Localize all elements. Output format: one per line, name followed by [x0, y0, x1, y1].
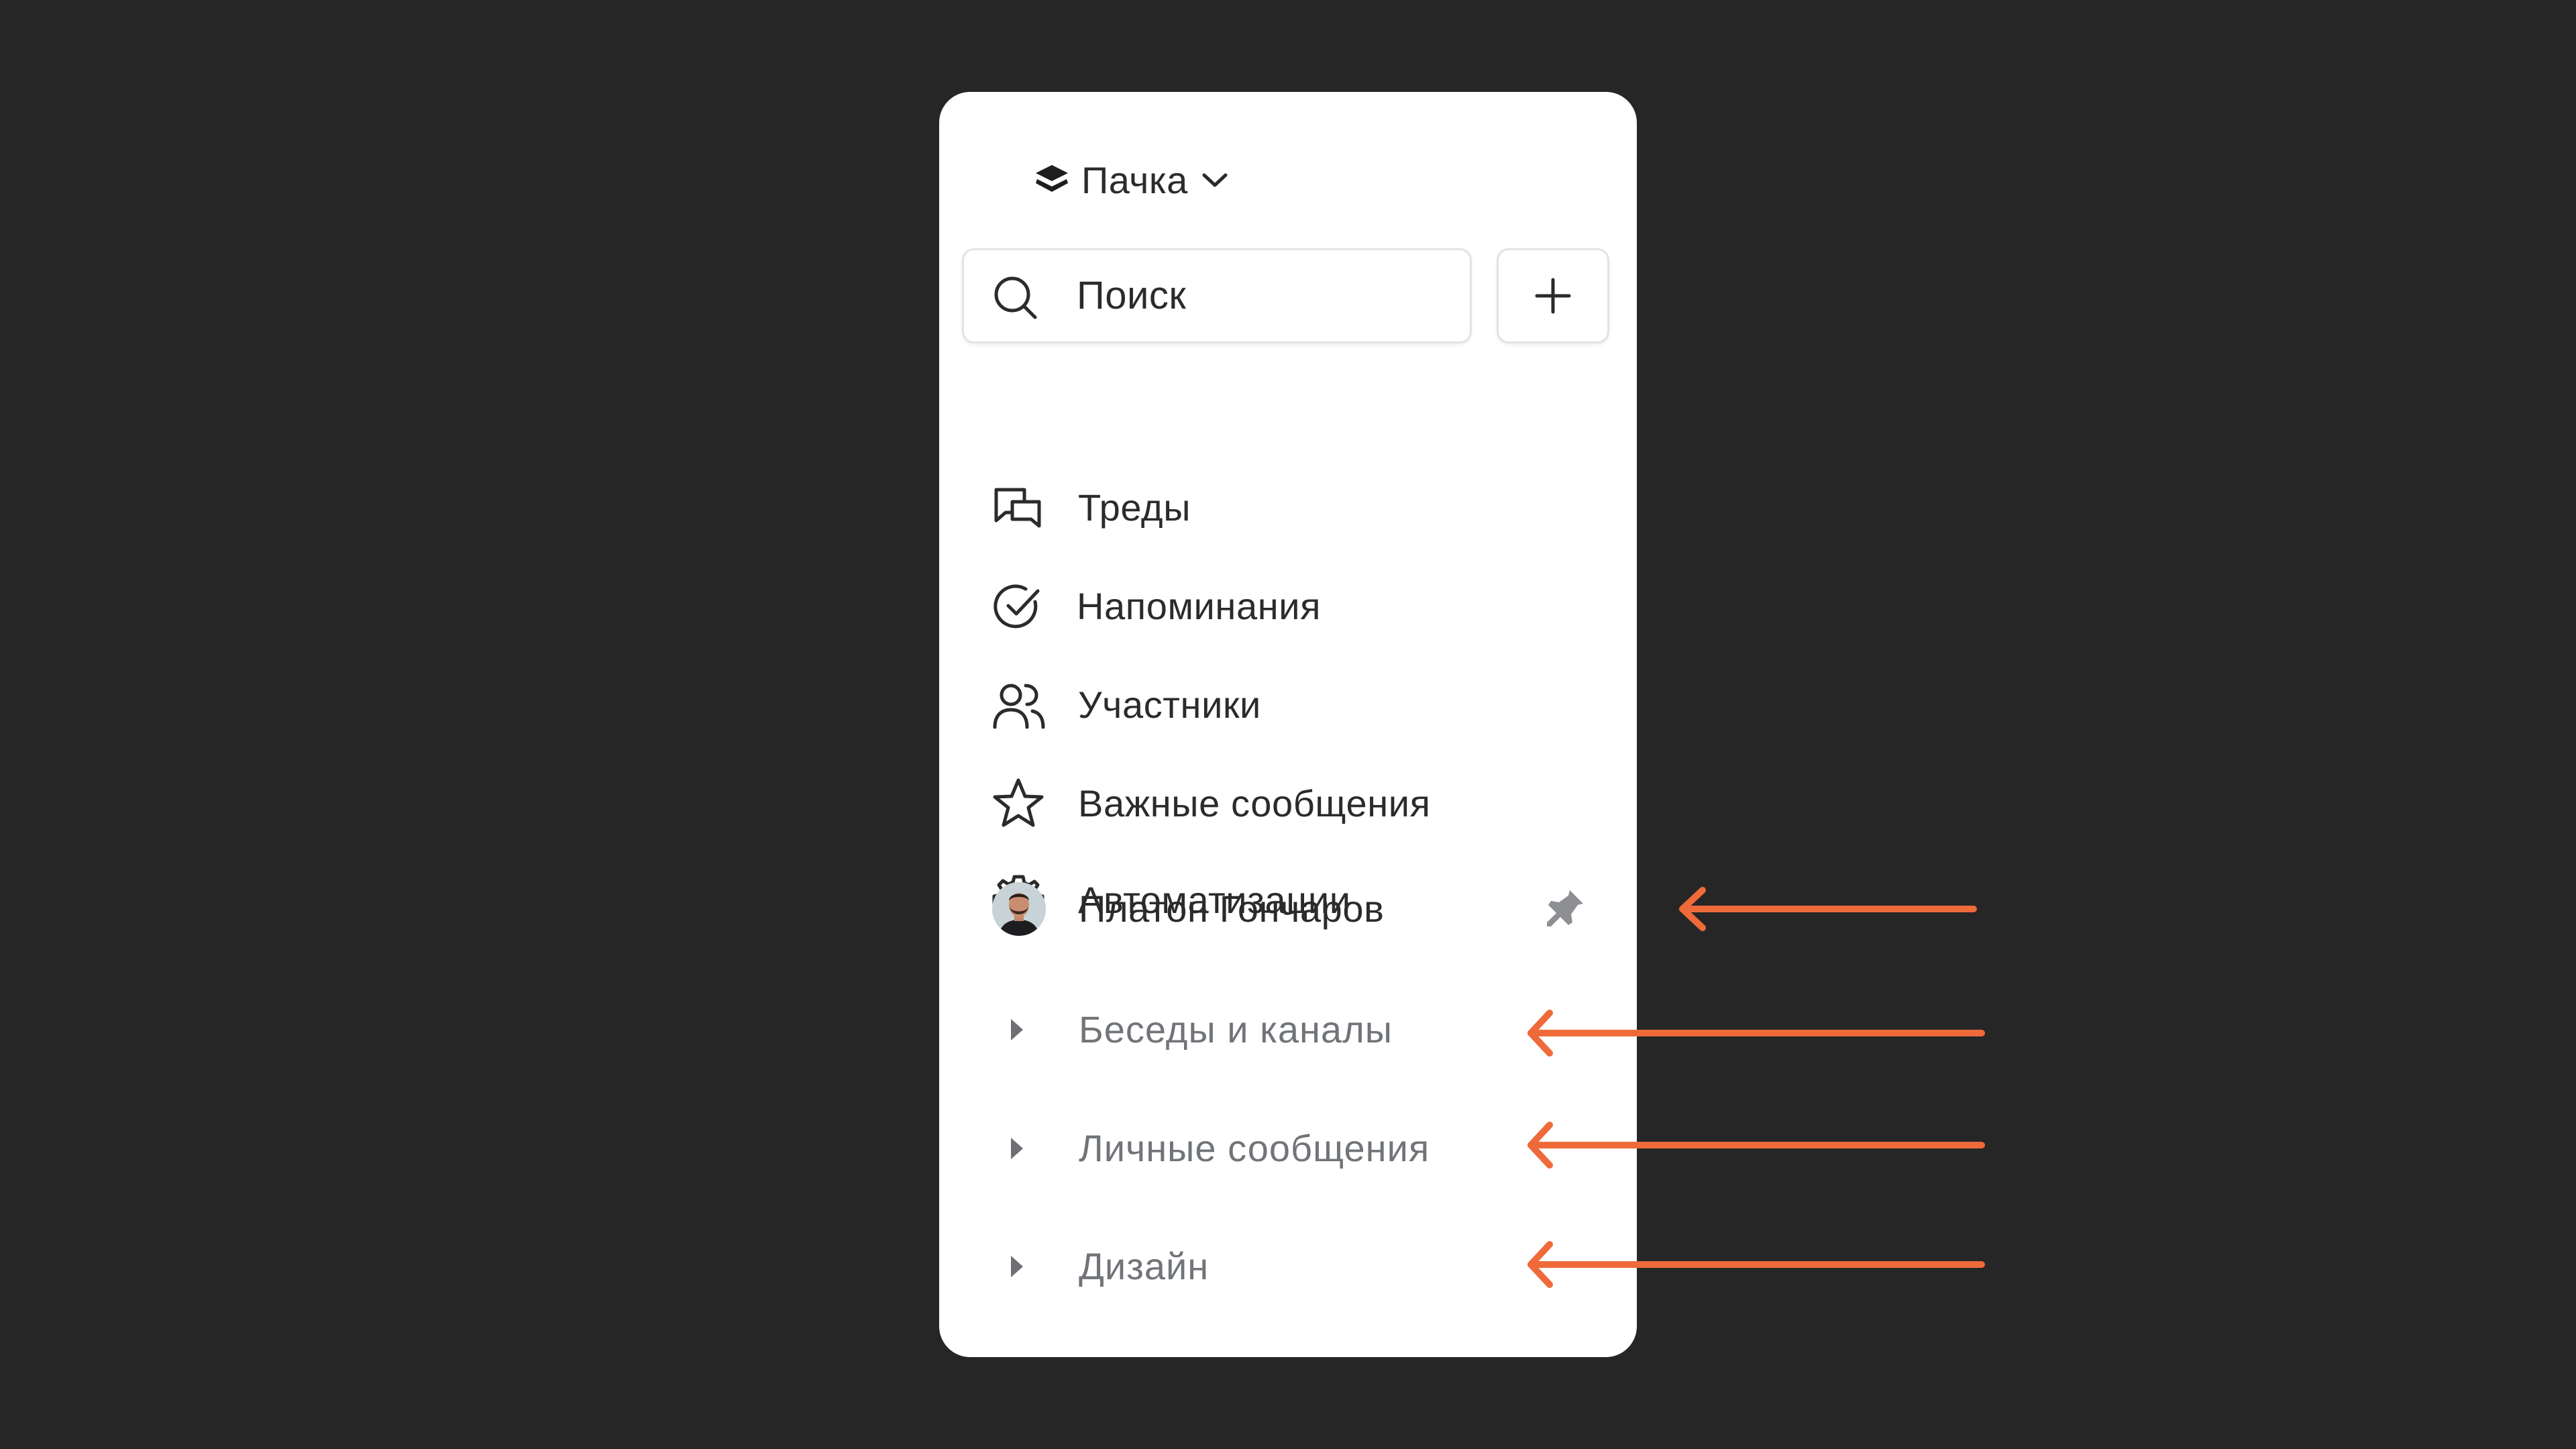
arrow-section-chats-channels [1527, 1010, 1985, 1057]
arrow-section-direct-messages [1527, 1122, 1985, 1169]
arrow-section-design [1527, 1241, 1985, 1288]
annotation-arrows [1527, 887, 1985, 1288]
arrow-pinned-contact [1679, 887, 1977, 931]
